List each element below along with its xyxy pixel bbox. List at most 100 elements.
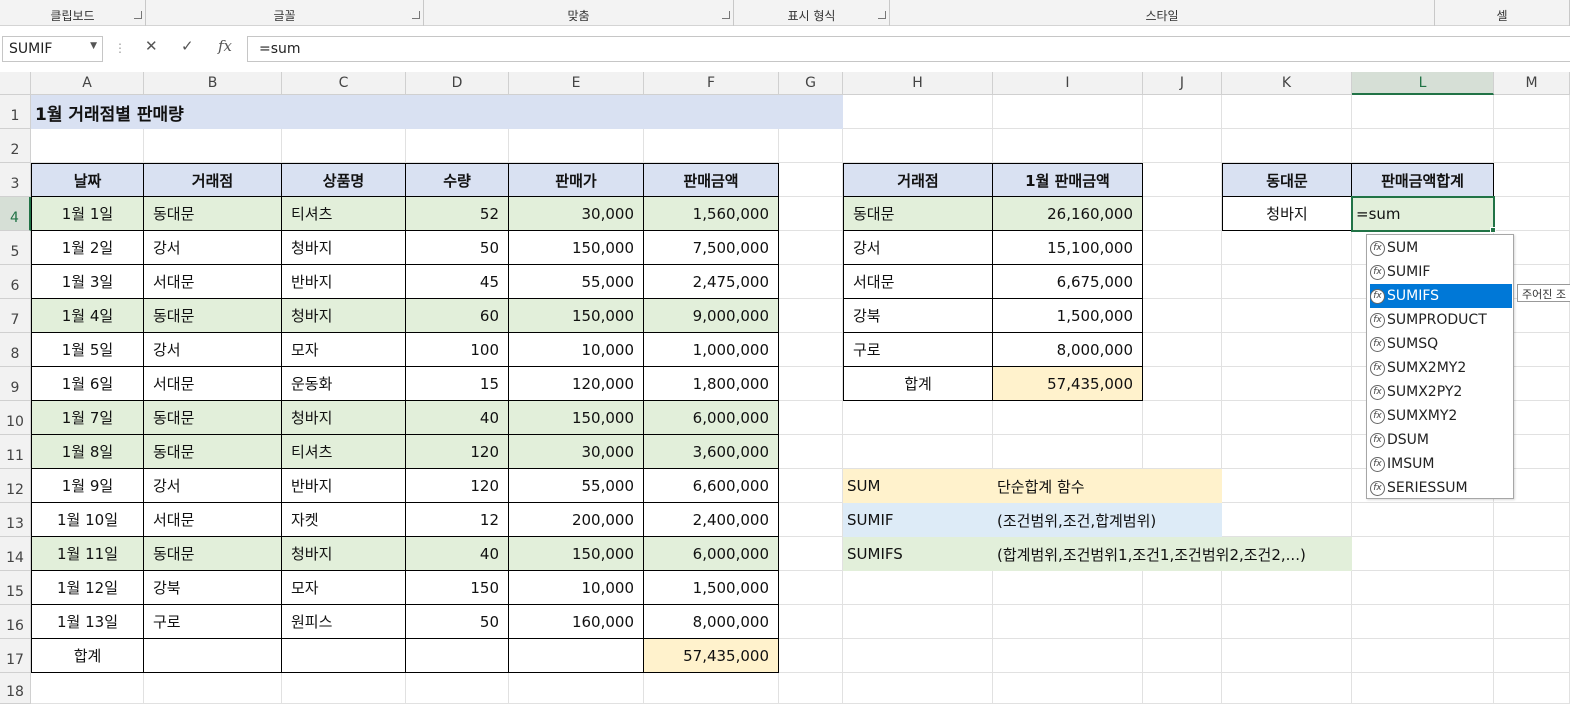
autocomplete-item[interactable]: fx DSUM — [1370, 428, 1512, 452]
worksheet-grid[interactable]: A B C D E F G H I J K L M 1 2 3 4 5 6 7 8 9 10 11 12 13 14 15 16 17 18… — [0, 72, 1570, 704]
summary-amount[interactable]: 1,500,000 — [993, 299, 1143, 333]
table-cell[interactable]: 6,000,000 — [644, 401, 779, 435]
table-cell[interactable]: 강서 — [144, 333, 282, 367]
table-cell[interactable]: 120 — [406, 435, 509, 469]
table-cell[interactable]: 청바지 — [282, 537, 406, 571]
summary-branch[interactable]: 서대문 — [843, 265, 993, 299]
table-cell[interactable]: 6,600,000 — [644, 469, 779, 503]
row-header-14[interactable]: 14 — [0, 537, 31, 571]
column-header-F[interactable]: F — [644, 72, 779, 95]
table-cell[interactable]: 청바지 — [282, 231, 406, 265]
table-cell[interactable]: 160,000 — [509, 605, 644, 639]
table-cell[interactable]: 1월 8일 — [31, 435, 144, 469]
table-cell[interactable]: 50 — [406, 231, 509, 265]
table-cell[interactable]: 120 — [406, 469, 509, 503]
function-autocomplete-list[interactable]: fx SUM fx SUMIF fx SUMIFS fx SUMPRODUCT fx SUMSQ f… — [1366, 234, 1514, 499]
table-cell[interactable]: 1,000,000 — [644, 333, 779, 367]
table-cell[interactable]: 서대문 — [144, 367, 282, 401]
dialog-launcher-icon[interactable] — [878, 11, 886, 19]
table-cell[interactable]: 30,000 — [509, 435, 644, 469]
table-cell[interactable]: 1월 13일 — [31, 605, 144, 639]
table-cell[interactable]: 원피스 — [282, 605, 406, 639]
column-title[interactable]: 거래점 — [144, 163, 282, 197]
summary-branch[interactable]: 강서 — [843, 231, 993, 265]
row-header-8[interactable]: 8 — [0, 333, 31, 367]
table-cell[interactable]: 동대문 — [144, 401, 282, 435]
table-cell[interactable]: 서대문 — [144, 265, 282, 299]
table-cell[interactable] — [282, 639, 406, 673]
summary-amount[interactable]: 8,000,000 — [993, 333, 1143, 367]
summary-amount[interactable]: 6,675,000 — [993, 265, 1143, 299]
enter-icon[interactable]: ✓ — [181, 37, 194, 55]
summary-amount[interactable]: 15,100,000 — [993, 231, 1143, 265]
row-header-15[interactable]: 15 — [0, 571, 31, 605]
column-title[interactable]: 날짜 — [31, 163, 144, 197]
table-cell[interactable]: 150,000 — [509, 299, 644, 333]
autocomplete-item[interactable]: fx SUMXMY2 — [1370, 404, 1512, 428]
table-cell[interactable]: 1월 12일 — [31, 571, 144, 605]
table-cell[interactable]: 10,000 — [509, 571, 644, 605]
total-value[interactable]: 57,435,000 — [644, 639, 779, 673]
autocomplete-item[interactable]: fx SUMIFS — [1370, 284, 1512, 308]
table-cell[interactable]: 서대문 — [144, 503, 282, 537]
criteria-header[interactable]: 판매금액합계 — [1352, 163, 1494, 197]
column-header-B[interactable]: B — [144, 72, 282, 95]
table-cell[interactable]: 150,000 — [509, 231, 644, 265]
row-header-11[interactable]: 11 — [0, 435, 31, 469]
column-header-G[interactable]: G — [779, 72, 843, 95]
dialog-launcher-icon[interactable] — [412, 11, 420, 19]
note-function-name[interactable]: SUMIFS — [843, 537, 993, 571]
summary-header[interactable]: 1월 판매금액 — [993, 163, 1143, 197]
column-header-E[interactable]: E — [509, 72, 644, 95]
dialog-launcher-icon[interactable] — [722, 11, 730, 19]
table-cell[interactable] — [144, 639, 282, 673]
fill-handle[interactable] — [1490, 227, 1496, 233]
table-cell[interactable]: 1,560,000 — [644, 197, 779, 231]
table-cell[interactable] — [406, 639, 509, 673]
row-header-13[interactable]: 13 — [0, 503, 31, 537]
table-cell[interactable]: 150,000 — [509, 537, 644, 571]
column-header-J[interactable]: J — [1143, 72, 1222, 95]
table-cell[interactable]: 1월 3일 — [31, 265, 144, 299]
table-cell[interactable]: 40 — [406, 401, 509, 435]
row-header-18[interactable]: 18 — [0, 673, 31, 704]
table-cell[interactable]: 200,000 — [509, 503, 644, 537]
criteria-header[interactable]: 동대문 — [1222, 163, 1352, 197]
table-cell[interactable]: 50 — [406, 605, 509, 639]
column-header-M[interactable]: M — [1494, 72, 1570, 95]
table-cell[interactable]: 티셔츠 — [282, 197, 406, 231]
table-cell[interactable]: 강북 — [144, 571, 282, 605]
row-header-12[interactable]: 12 — [0, 469, 31, 503]
table-cell[interactable]: 100 — [406, 333, 509, 367]
row-header-7[interactable]: 7 — [0, 299, 31, 333]
column-title[interactable]: 수량 — [406, 163, 509, 197]
summary-total-label[interactable]: 합계 — [843, 367, 993, 401]
table-cell[interactable]: 모자 — [282, 333, 406, 367]
autocomplete-item[interactable]: fx SUMSQ — [1370, 332, 1512, 356]
row-header-5[interactable]: 5 — [0, 231, 31, 265]
row-header-4[interactable]: 4 — [0, 197, 31, 231]
insert-function-icon[interactable]: fx — [218, 37, 232, 55]
table-cell[interactable]: 40 — [406, 537, 509, 571]
table-cell[interactable]: 티셔츠 — [282, 435, 406, 469]
table-cell[interactable]: 동대문 — [144, 435, 282, 469]
more-icon[interactable]: ⋮ — [114, 41, 126, 55]
table-cell[interactable]: 55,000 — [509, 265, 644, 299]
table-cell[interactable]: 55,000 — [509, 469, 644, 503]
autocomplete-item[interactable]: fx SUM — [1370, 236, 1512, 260]
row-header-3[interactable]: 3 — [0, 163, 31, 197]
column-header-A[interactable]: A — [31, 72, 144, 95]
table-cell[interactable]: 52 — [406, 197, 509, 231]
row-header-17[interactable]: 17 — [0, 639, 31, 673]
table-cell[interactable]: 120,000 — [509, 367, 644, 401]
table-cell[interactable]: 1월 6일 — [31, 367, 144, 401]
table-cell[interactable]: 1월 11일 — [31, 537, 144, 571]
column-header-K[interactable]: K — [1222, 72, 1352, 95]
table-cell[interactable]: 60 — [406, 299, 509, 333]
table-cell[interactable]: 반바지 — [282, 469, 406, 503]
table-cell[interactable]: 동대문 — [144, 537, 282, 571]
summary-branch[interactable]: 강북 — [843, 299, 993, 333]
table-cell[interactable]: 12 — [406, 503, 509, 537]
note-function-name[interactable]: SUM — [843, 469, 993, 503]
column-header-I[interactable]: I — [993, 72, 1143, 95]
